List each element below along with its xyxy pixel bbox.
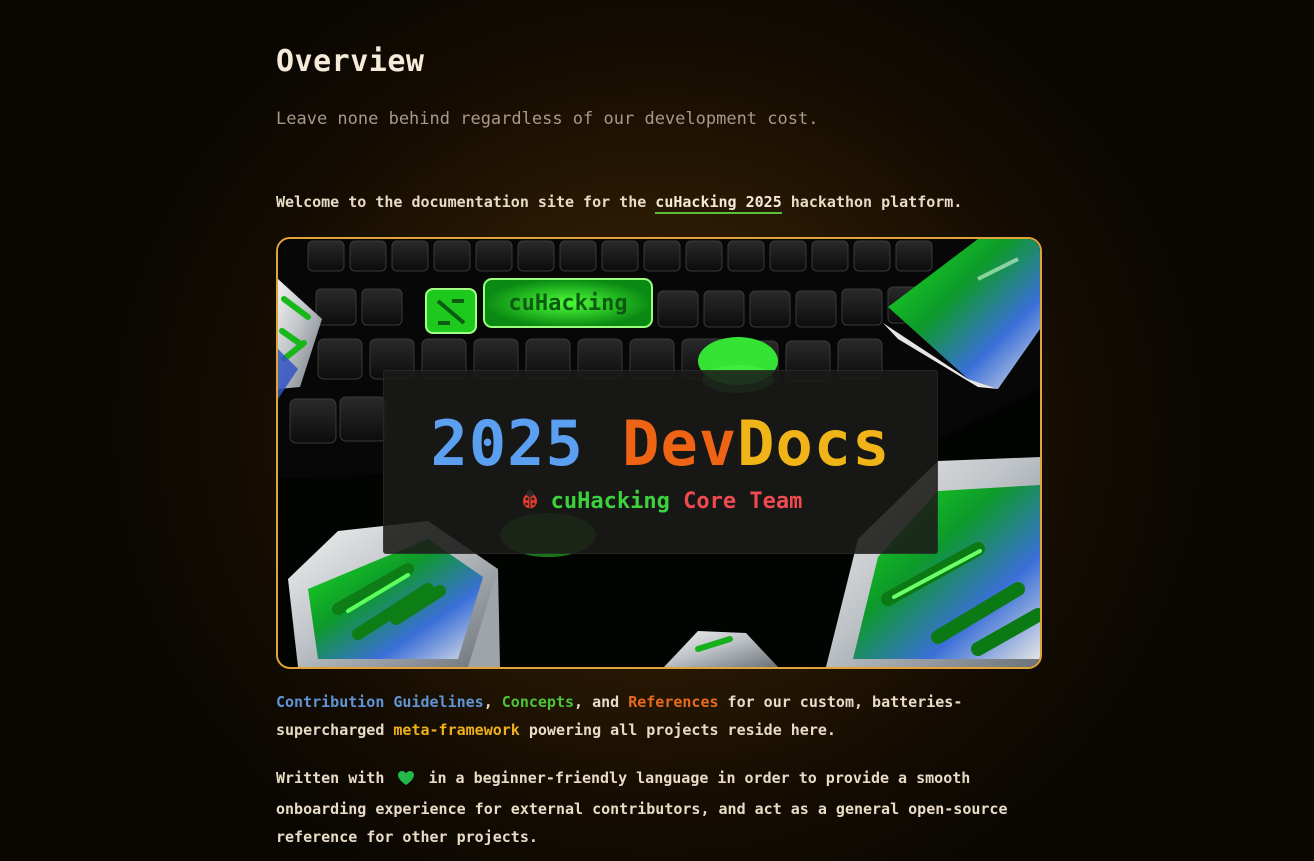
- paragraph-links: Contribution Guidelines, Concepts, and R…: [276, 688, 1042, 744]
- hero-banner: 2025 DevDocs cuHacking Core Team: [383, 370, 938, 554]
- contribution-guidelines-link[interactable]: Contribution Guidelines: [276, 693, 484, 711]
- green-heart-icon: [397, 767, 415, 795]
- hero-title-year: 2025: [430, 407, 584, 480]
- hero-title: 2025 DevDocs: [384, 407, 937, 480]
- hero-subtitle: cuHacking Core Team: [384, 488, 937, 514]
- ladybug-icon: [519, 488, 541, 510]
- paragraph-text: powering all projects reside here.: [519, 721, 836, 739]
- paragraph-separator: , and: [574, 693, 629, 711]
- meta-framework-link[interactable]: meta-framework: [393, 721, 519, 739]
- hero-title-docs: Docs: [737, 407, 891, 480]
- hero-subtitle-core-team: Core Team: [683, 489, 803, 514]
- hero-image: cuHacking 2025 DevDocs cuHacking Core Te…: [276, 237, 1042, 669]
- paragraph-separator: ,: [483, 693, 502, 711]
- page-subtitle: Leave none behind regardless of our deve…: [276, 109, 819, 129]
- paragraph-written-with: Written with in a beginner-friendly lang…: [276, 764, 1042, 851]
- concepts-link[interactable]: Concepts: [502, 693, 574, 711]
- intro-text: Welcome to the documentation site for th…: [276, 193, 963, 214]
- cuhacking-2025-link[interactable]: cuHacking 2025: [655, 193, 782, 214]
- intro-text-after: hackathon platform.: [781, 193, 963, 211]
- page-title: Overview: [276, 44, 425, 79]
- intro-text-before: Welcome to the documentation site for th…: [276, 193, 656, 211]
- hero-title-dev: Dev: [622, 407, 738, 480]
- paragraph-text: in a beginner-friendly language in order…: [276, 769, 1008, 846]
- references-link[interactable]: References: [628, 693, 718, 711]
- hero-subtitle-cuhacking: cuHacking: [550, 489, 670, 514]
- keycap-label: cuHacking: [508, 291, 627, 316]
- paragraph-text: Written with: [276, 769, 385, 787]
